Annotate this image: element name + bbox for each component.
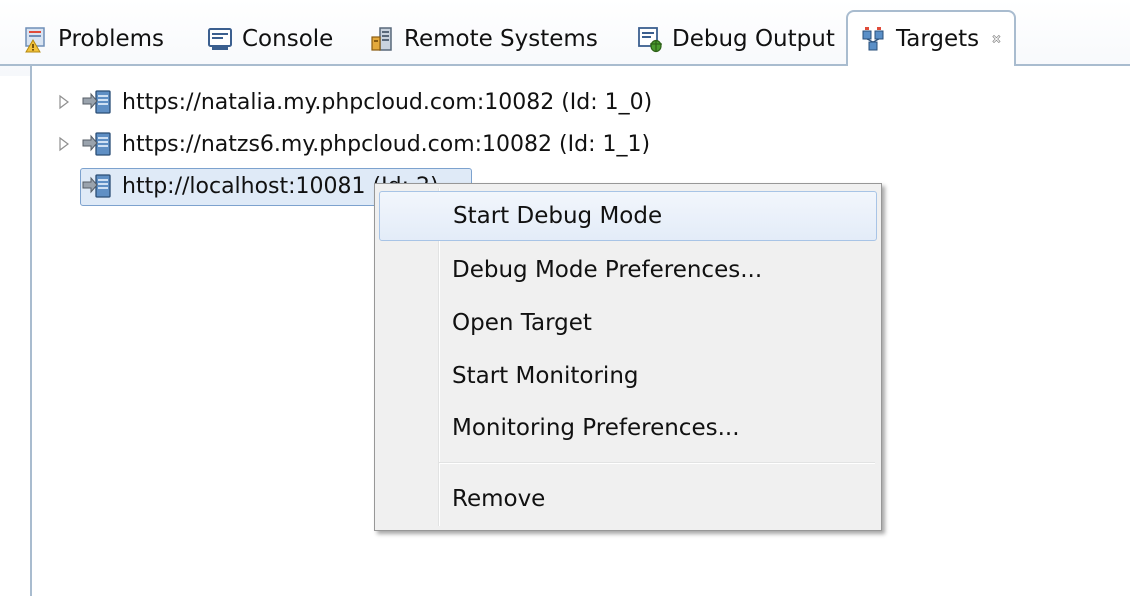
- server-target-icon: [82, 90, 111, 114]
- context-menu: Start Debug Mode Debug Mode Preferences.…: [374, 183, 882, 531]
- tree-item-natalia[interactable]: https://natalia.my.phpcloud.com:10082 (I…: [56, 82, 652, 122]
- menu-separator: [439, 462, 875, 464]
- menu-item-label: Open Target: [452, 310, 592, 336]
- tab-label: Remote Systems: [404, 26, 598, 52]
- tab-problems[interactable]: Problems: [22, 14, 164, 64]
- tab-remote-systems[interactable]: Remote Systems: [368, 14, 598, 64]
- console-icon: [208, 28, 232, 50]
- tab-console[interactable]: Console: [206, 14, 333, 64]
- menu-item-start-monitoring[interactable]: Start Monitoring: [379, 351, 877, 401]
- menu-item-label: Start Debug Mode: [453, 203, 663, 229]
- server-target-icon: [82, 132, 111, 156]
- tree-item-label: https://natalia.my.phpcloud.com:10082 (I…: [122, 89, 653, 115]
- close-icon[interactable]: [991, 30, 1002, 48]
- tab-targets[interactable]: Targets: [846, 10, 1016, 66]
- tab-bar-divider-left: [0, 64, 30, 66]
- tab-debug-output[interactable]: Debug Output: [636, 14, 835, 64]
- debug-output-icon: [638, 27, 662, 53]
- tab-label: Targets: [896, 26, 980, 52]
- tab-label: Console: [242, 26, 334, 52]
- tree-item-label: https://natzs6.my.phpcloud.com:10082 (Id…: [122, 131, 651, 157]
- remote-systems-icon: [371, 27, 392, 51]
- menu-item-open-target[interactable]: Open Target: [379, 298, 877, 348]
- targets-icon: [862, 27, 884, 51]
- expand-arrow-icon[interactable]: [56, 136, 72, 152]
- menu-item-remove[interactable]: Remove: [379, 474, 877, 524]
- tab-label: Debug Output: [672, 26, 835, 52]
- menu-item-debug-mode-preferences[interactable]: Debug Mode Preferences...: [379, 245, 877, 295]
- server-target-icon: [82, 174, 111, 198]
- view-tab-bar: Problems Console Remote Systems Debug Ou…: [0, 0, 1130, 76]
- tab-label: Problems: [58, 26, 165, 52]
- menu-item-label: Debug Mode Preferences...: [452, 257, 763, 283]
- menu-item-start-debug-mode[interactable]: Start Debug Mode: [379, 191, 877, 241]
- menu-item-label: Remove: [452, 486, 546, 512]
- expand-arrow-icon[interactable]: [56, 94, 72, 110]
- tree-item-natzs6[interactable]: https://natzs6.my.phpcloud.com:10082 (Id…: [56, 124, 650, 164]
- menu-item-label: Monitoring Preferences...: [452, 415, 740, 441]
- menu-item-label: Start Monitoring: [452, 363, 639, 389]
- problems-icon: [25, 27, 45, 53]
- targets-view: Problems Console Remote Systems Debug Ou…: [0, 0, 1130, 596]
- menu-item-monitoring-preferences[interactable]: Monitoring Preferences...: [379, 403, 877, 453]
